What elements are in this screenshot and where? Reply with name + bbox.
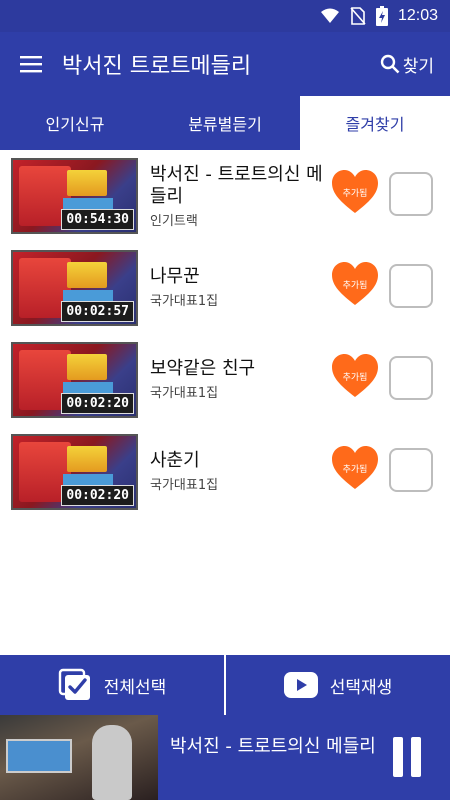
status-time: 12:03	[397, 7, 438, 24]
search-icon	[380, 54, 400, 74]
bottom-action-bar: 전체선택 선택재생	[0, 655, 450, 715]
song-thumbnail: 00:02:57	[11, 250, 138, 326]
favorite-added-label: 추가됨	[342, 465, 368, 475]
wifi-icon	[320, 8, 339, 23]
song-subtitle: 국가대표1집	[150, 386, 219, 401]
battery-charging-icon	[375, 6, 388, 26]
select-checkbox[interactable]	[389, 356, 433, 400]
song-subtitle: 국가대표1집	[150, 294, 219, 309]
select-all-button[interactable]: 전체선택	[0, 655, 224, 715]
tab-popular-new[interactable]: 인기신규	[0, 96, 150, 150]
duration-badge: 00:54:30	[61, 209, 134, 230]
favorite-added-label: 추가됨	[342, 189, 368, 199]
select-checkbox[interactable]	[389, 264, 433, 308]
select-all-label: 전체선택	[103, 677, 167, 698]
favorite-added-label: 추가됨	[342, 373, 368, 383]
hamburger-icon	[20, 56, 42, 73]
now-playing-title: 박서진 - 트로트의신 메들리	[170, 736, 376, 757]
pause-icon	[393, 737, 403, 777]
mini-player[interactable]: 박서진 - 트로트의신 메들리	[0, 715, 450, 800]
list-item[interactable]: 00:02:20 보약같은 친구 국가대표1집 추가됨	[0, 334, 450, 426]
duration-badge: 00:02:20	[61, 393, 134, 414]
song-title: 나무꾼	[150, 266, 200, 287]
no-sim-icon	[350, 7, 366, 25]
page-title: 박서진 트로트메들리	[62, 54, 252, 79]
play-icon	[283, 672, 318, 698]
select-all-checkbox-icon	[58, 668, 90, 700]
now-playing-thumbnail	[0, 715, 158, 800]
tab-by-category[interactable]: 분류별듣기	[150, 96, 300, 150]
song-thumbnail: 00:02:20	[11, 434, 138, 510]
pause-button[interactable]	[393, 737, 423, 777]
song-subtitle: 국가대표1집	[150, 478, 219, 493]
status-bar: 12:03	[0, 0, 450, 32]
song-title: 박서진 - 트로트의신 메들리	[150, 164, 323, 207]
list-item[interactable]: 00:54:30 박서진 - 트로트의신 메들리 인기트랙 추가됨	[0, 150, 450, 242]
duration-badge: 00:02:57	[61, 301, 134, 322]
search-label: 찾기	[402, 56, 434, 77]
song-title: 사춘기	[150, 450, 200, 471]
play-selected-button[interactable]: 선택재생	[226, 655, 450, 715]
select-checkbox[interactable]	[389, 448, 433, 492]
song-title: 보약같은 친구	[150, 358, 256, 379]
list-item[interactable]: 00:02:57 나무꾼 국가대표1집 추가됨	[0, 242, 450, 334]
app-bar: 박서진 트로트메들리 찾기	[0, 32, 450, 96]
song-thumbnail: 00:02:20	[11, 342, 138, 418]
song-thumbnail: 00:54:30	[11, 158, 138, 234]
hamburger-menu-button[interactable]	[0, 32, 62, 96]
search-button[interactable]: 찾기	[380, 52, 450, 77]
tab-bar: 인기신규 분류별듣기 즐겨찾기	[0, 96, 450, 150]
list-item[interactable]: 00:02:20 사춘기 국가대표1집 추가됨	[0, 426, 450, 518]
select-checkbox[interactable]	[389, 172, 433, 216]
play-selected-label: 선택재생	[329, 677, 393, 698]
duration-badge: 00:02:20	[61, 485, 134, 506]
song-subtitle: 인기트랙	[150, 214, 198, 229]
favorite-added-label: 추가됨	[342, 281, 368, 291]
tab-favorites[interactable]: 즐겨찾기	[300, 96, 450, 150]
